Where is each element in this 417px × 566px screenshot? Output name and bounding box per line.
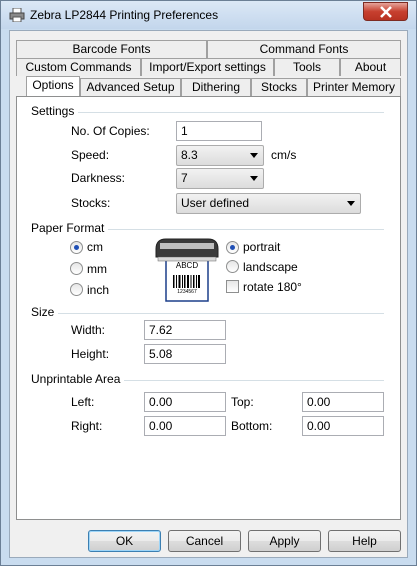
close-icon [380, 6, 392, 18]
title-bar[interactable]: Zebra LP2844 Printing Preferences [1, 1, 416, 29]
settings-group-label: Settings [31, 104, 79, 118]
unit-inch-label: inch [87, 283, 110, 297]
chevron-down-icon [347, 201, 355, 206]
unit-cm-label: cm [87, 240, 103, 254]
speed-label: Speed: [71, 148, 110, 162]
width-label: Width: [71, 323, 106, 337]
height-label: Height: [71, 347, 110, 361]
tab-stocks[interactable]: Stocks [251, 78, 307, 96]
orientation-landscape-label: landscape [243, 260, 298, 274]
stocks-label: Stocks: [71, 196, 111, 210]
settings-divider [32, 112, 384, 113]
darkness-select[interactable]: 7 [176, 168, 264, 189]
orientation-portrait-label: portrait [243, 240, 281, 254]
top-margin-input[interactable]: 0.00 [302, 392, 384, 412]
tab-options[interactable]: Options [26, 76, 80, 96]
tab-command-fonts[interactable]: Command Fonts [207, 40, 401, 58]
orientation-portrait-radio[interactable] [226, 241, 239, 254]
chevron-down-icon [250, 176, 258, 181]
speed-unit: cm/s [271, 148, 297, 162]
dialog-client-area: Barcode Fonts Command Fonts Custom Comma… [9, 30, 408, 558]
width-input[interactable]: 7.62 [144, 320, 226, 340]
copies-label: No. Of Copies: [71, 124, 150, 138]
help-button[interactable]: Help [328, 530, 401, 552]
cancel-button[interactable]: Cancel [168, 530, 241, 552]
darkness-value: 7 [181, 171, 188, 185]
speed-select[interactable]: 8.3 [176, 145, 264, 166]
darkness-label: Darkness: [71, 171, 126, 185]
paper-format-group-label: Paper Format [31, 221, 109, 235]
size-group-label: Size [31, 305, 59, 319]
tab-import-export-settings[interactable]: Import/Export settings [141, 58, 274, 76]
tab-advanced-setup[interactable]: Advanced Setup [80, 78, 181, 96]
chevron-down-icon [250, 153, 258, 158]
size-divider [32, 313, 384, 314]
height-input[interactable]: 5.08 [144, 344, 226, 364]
bottom-margin-input[interactable]: 0.00 [302, 416, 384, 436]
copies-input[interactable]: 1 [176, 121, 262, 141]
tab-dithering[interactable]: Dithering [181, 78, 251, 96]
left-margin-label: Left: [71, 395, 95, 409]
left-margin-input[interactable]: 0.00 [144, 392, 226, 412]
close-button[interactable] [363, 2, 408, 21]
label-preview: ABCD 1234567 [152, 235, 222, 305]
tab-custom-commands[interactable]: Custom Commands [16, 58, 141, 76]
stocks-value: User defined [181, 196, 250, 210]
label-preview-text: ABCD [175, 261, 199, 270]
window-title: Zebra LP2844 Printing Preferences [30, 8, 219, 22]
options-panel: Settings No. Of Copies: 1 Speed: 8.3 cm/… [16, 96, 401, 520]
tab-tools[interactable]: Tools [274, 58, 340, 76]
label-preview-number: 1234567 [177, 289, 197, 295]
printer-icon [9, 8, 25, 22]
right-margin-input[interactable]: 0.00 [144, 416, 226, 436]
tab-printer-memory[interactable]: Printer Memory [307, 78, 401, 96]
unprintable-group-label: Unprintable Area [31, 372, 125, 386]
ok-button[interactable]: OK [88, 530, 161, 552]
tab-barcode-fonts[interactable]: Barcode Fonts [16, 40, 207, 58]
apply-button[interactable]: Apply [248, 530, 321, 552]
unit-mm-label: mm [87, 262, 107, 276]
stocks-select[interactable]: User defined [176, 193, 361, 214]
top-margin-label: Top: [231, 395, 254, 409]
bottom-margin-label: Bottom: [231, 419, 273, 433]
unit-mm-radio[interactable] [70, 262, 83, 275]
rotate-180-label: rotate 180° [243, 280, 302, 294]
printing-preferences-window: Zebra LP2844 Printing Preferences Barcod… [0, 0, 417, 566]
speed-value: 8.3 [181, 148, 198, 162]
tab-about[interactable]: About [340, 58, 401, 76]
right-margin-label: Right: [71, 419, 103, 433]
rotate-180-checkbox[interactable] [226, 280, 239, 293]
orientation-landscape-radio[interactable] [226, 260, 239, 273]
unit-cm-radio[interactable] [70, 241, 83, 254]
unit-inch-radio[interactable] [70, 283, 83, 296]
